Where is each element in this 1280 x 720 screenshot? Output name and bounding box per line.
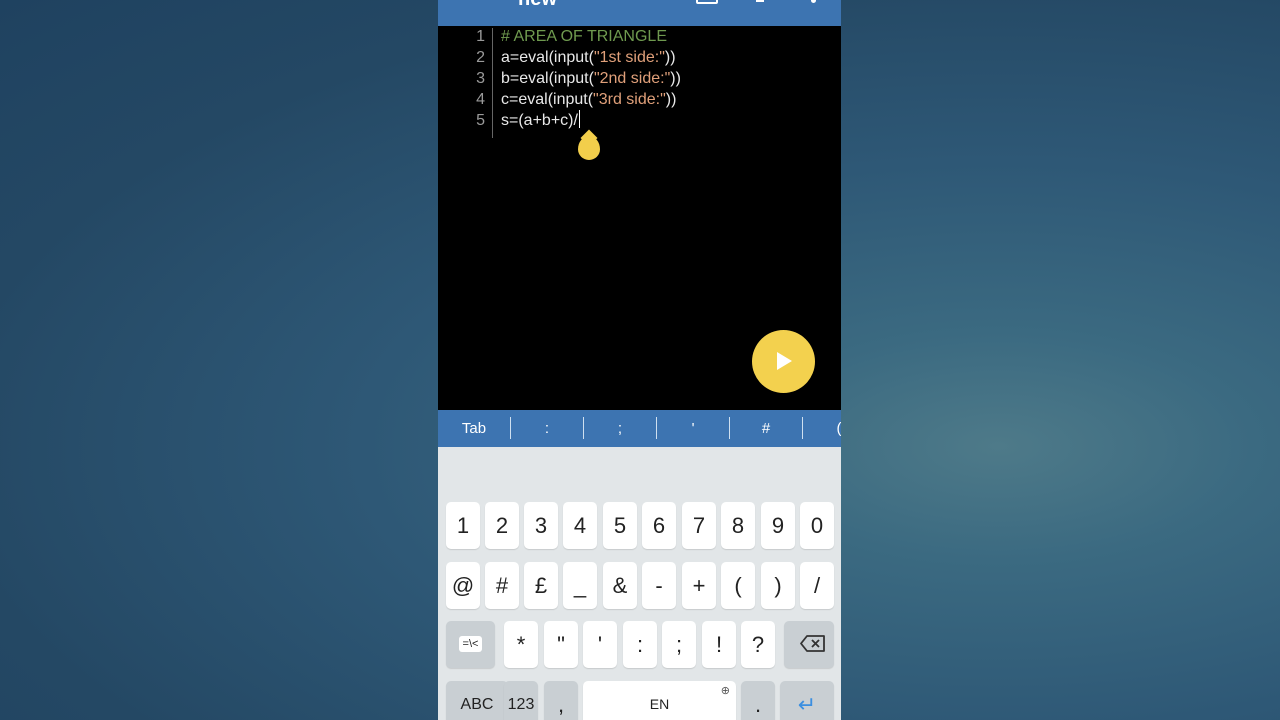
code-string: "3rd side:"	[593, 91, 666, 108]
line-number: 4	[476, 91, 485, 108]
code-line: 4 c=eval(input("3rd side:"))	[438, 89, 841, 110]
numbers-key[interactable]: 123	[504, 681, 538, 720]
code-pre: c=eval(input(	[501, 91, 594, 108]
period-key[interactable]: .	[741, 681, 775, 720]
enter-key[interactable]: ↵	[780, 681, 834, 720]
symbol-key-semicolon[interactable]: ;	[584, 410, 656, 447]
key[interactable]: 1	[446, 502, 480, 549]
key[interactable]: 7	[682, 502, 716, 549]
soft-keyboard: 1 2 3 4 5 6 7 8 9 0 @ # £ _ & - + ( ) / …	[438, 447, 841, 720]
code-line: 1 # AREA OF TRIANGLE	[438, 26, 841, 47]
cursor-handle[interactable]	[578, 136, 600, 160]
abc-key[interactable]: ABC	[446, 681, 508, 720]
symbol-bar: Tab : ; ' # (	[438, 410, 841, 447]
line-number: 1	[476, 28, 485, 45]
key[interactable]: "	[544, 621, 578, 668]
key[interactable]: 2	[485, 502, 519, 549]
symbol-key-quote[interactable]: '	[657, 410, 729, 447]
code-line: 2 a=eval(input("1st side:"))	[438, 47, 841, 68]
symbols-switch-key[interactable]: =\<	[446, 621, 495, 668]
symbol-key-paren[interactable]: (	[803, 410, 842, 447]
code-post: ))	[665, 91, 677, 108]
comma-key[interactable]: ,	[544, 681, 578, 720]
key[interactable]: )	[761, 562, 795, 609]
code-text: a=eval(input("1st side:"))	[501, 47, 676, 68]
symbol-key-hash[interactable]: #	[730, 410, 802, 447]
backspace-key[interactable]	[784, 621, 834, 668]
key[interactable]: #	[485, 562, 519, 609]
key[interactable]: &	[603, 562, 637, 609]
key[interactable]: £	[524, 562, 558, 609]
key[interactable]: @	[446, 562, 480, 609]
globe-icon: ⊕	[720, 685, 730, 697]
enter-icon: ↵	[797, 692, 817, 717]
code-post: ))	[664, 49, 676, 66]
code-pre: a=eval(input(	[501, 49, 594, 66]
overflow-menu-icon[interactable]	[811, 0, 816, 3]
app-bar: new	[438, 0, 841, 26]
key[interactable]: -	[642, 562, 676, 609]
key[interactable]: '	[583, 621, 617, 668]
file-title: new	[518, 0, 557, 11]
symbols-switch-label: =\<	[458, 636, 483, 652]
code-text: s=(a+b+c)/	[501, 110, 580, 131]
code-text: b=eval(input("2nd side:"))	[501, 68, 681, 89]
key[interactable]: /	[800, 562, 834, 609]
symbol-key-colon[interactable]: :	[511, 410, 583, 447]
key[interactable]: (	[721, 562, 755, 609]
code-string: "1st side:"	[593, 49, 665, 66]
code-text: c=eval(input("3rd side:"))	[501, 89, 676, 110]
key[interactable]: !	[702, 621, 736, 668]
key[interactable]: 6	[642, 502, 676, 549]
phone-screen: new 1 # AREA OF TRIANGLE 2 a=eval(input(…	[438, 0, 841, 720]
key[interactable]: +	[682, 562, 716, 609]
key[interactable]: 3	[524, 502, 558, 549]
symbol-key-tab[interactable]: Tab	[438, 410, 510, 447]
line-number: 2	[476, 49, 485, 66]
run-button[interactable]	[752, 330, 815, 393]
window-icon[interactable]	[696, 0, 718, 4]
code-pre: b=eval(input(	[501, 70, 594, 87]
line-number: 5	[476, 112, 485, 129]
line-number: 3	[476, 70, 485, 87]
code-current: s=(a+b+c)/	[501, 112, 578, 129]
hamburger-menu-icon[interactable]	[458, 0, 480, 4]
space-key[interactable]: EN ⊕	[583, 681, 736, 720]
key[interactable]: *	[504, 621, 538, 668]
key[interactable]: 9	[761, 502, 795, 549]
key[interactable]: ?	[741, 621, 775, 668]
key[interactable]: 4	[563, 502, 597, 549]
code-string: "2nd side:"	[593, 70, 671, 87]
key[interactable]: 0	[800, 502, 834, 549]
key[interactable]: 5	[603, 502, 637, 549]
code-post: ))	[670, 70, 681, 87]
lightbulb-icon[interactable]	[756, 0, 764, 2]
key[interactable]: :	[623, 621, 657, 668]
backspace-icon	[800, 635, 825, 652]
text-cursor	[578, 110, 580, 128]
space-language-label: EN	[649, 696, 670, 712]
code-line: 5 s=(a+b+c)/	[438, 110, 841, 131]
key[interactable]: 8	[721, 502, 755, 549]
play-icon	[777, 352, 792, 370]
key[interactable]: _	[563, 562, 597, 609]
code-line: 3 b=eval(input("2nd side:"))	[438, 68, 841, 89]
key[interactable]: ;	[662, 621, 696, 668]
code-text: # AREA OF TRIANGLE	[501, 28, 667, 45]
